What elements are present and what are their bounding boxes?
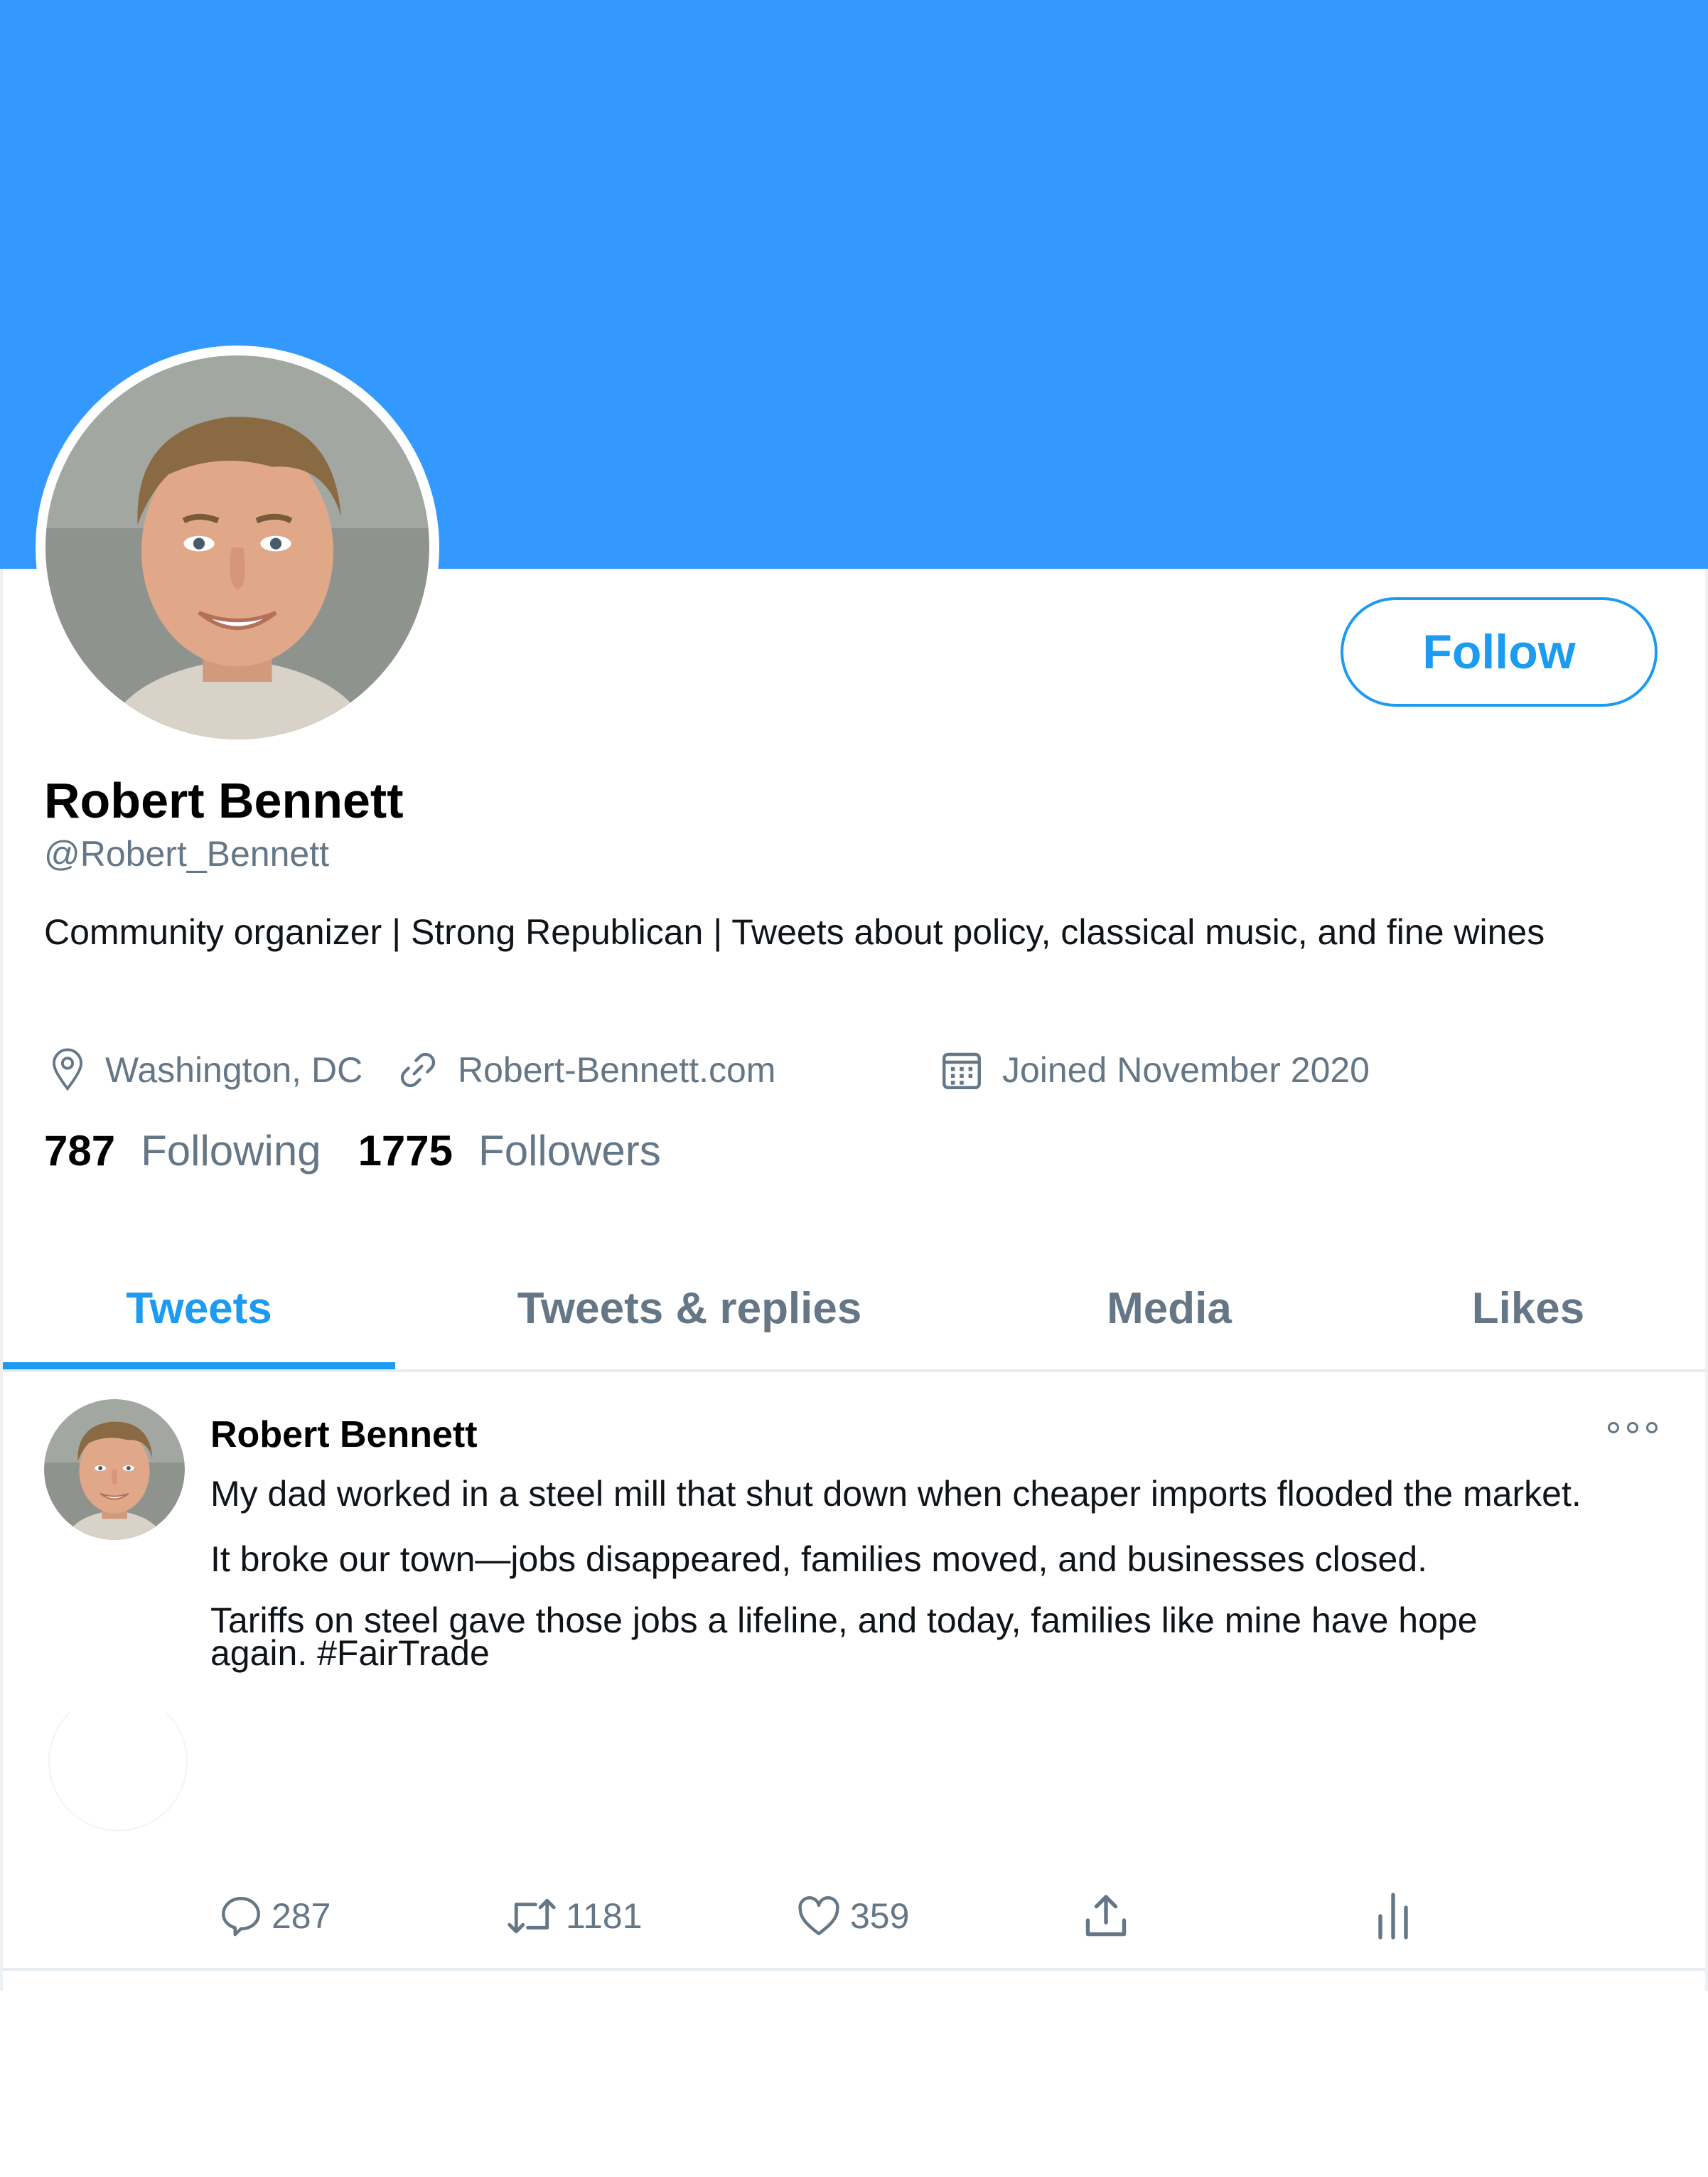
reply-count: 287: [272, 1896, 331, 1936]
more-dot: [1627, 1422, 1638, 1433]
tweet-text-line: Tariffs on steel gave those jobs a lifel…: [210, 1600, 1478, 1673]
tab-media[interactable]: Media: [1066, 1266, 1272, 1351]
like-button[interactable]: 359: [795, 1884, 909, 1948]
location-text: Washington, DC: [105, 1050, 363, 1090]
more-dot: [1608, 1422, 1619, 1433]
avatar-photo: [45, 355, 429, 739]
tweet-author-name[interactable]: Robert Bennett: [210, 1413, 478, 1456]
calendar-icon: [942, 1052, 981, 1089]
like-count: 359: [850, 1896, 910, 1936]
following-label[interactable]: Following: [141, 1126, 321, 1175]
share-icon: [1085, 1895, 1127, 1937]
share-button[interactable]: [1080, 1884, 1139, 1948]
tweet-text-line: My dad worked in a steel mill that shut …: [210, 1474, 1581, 1514]
retweet-count: 1181: [566, 1896, 643, 1936]
analytics-icon: [1378, 1893, 1408, 1940]
joined-text: Joined November 2020: [1002, 1050, 1370, 1090]
retweet-button[interactable]: 1181: [505, 1884, 643, 1948]
follow-button[interactable]: Follow: [1341, 597, 1658, 707]
tweet-text-line: It broke our town—jobs disappeared, fami…: [210, 1539, 1428, 1579]
followers-label[interactable]: Followers: [478, 1126, 661, 1175]
right-border: [1705, 569, 1708, 1991]
profile-handle: @Robert_Bennett: [44, 834, 330, 874]
tab-likes[interactable]: Likes: [1443, 1266, 1613, 1351]
location-pin-icon: [53, 1048, 82, 1091]
tab-tweets-and-replies[interactable]: Tweets & replies: [441, 1266, 938, 1351]
profile-avatar[interactable]: [36, 346, 439, 749]
follow-counts: 787 Following 1775 Followers: [44, 1126, 698, 1175]
profile-display-name: Robert Bennett: [44, 773, 404, 828]
placeholder-circle: [48, 1692, 188, 1831]
more-icon[interactable]: [1608, 1415, 1658, 1440]
retweet-icon: [507, 1898, 556, 1934]
reply-icon: [222, 1897, 260, 1937]
profile-location: Washington, DC: [47, 1045, 362, 1095]
tweet-avatar-photo: [44, 1399, 185, 1540]
tabs-divider: [3, 1369, 1705, 1372]
link-icon: [400, 1052, 436, 1088]
tab-tweets[interactable]: Tweets: [3, 1266, 395, 1351]
reply-button[interactable]: 287: [217, 1884, 331, 1948]
followers-count[interactable]: 1775: [358, 1126, 453, 1175]
profile-website[interactable]: Robert-Bennett.com: [395, 1045, 775, 1095]
following-count[interactable]: 787: [44, 1126, 115, 1175]
website-link[interactable]: Robert-Bennett.com: [458, 1049, 775, 1091]
tweet-divider: [3, 1968, 1705, 1971]
heart-icon: [798, 1896, 839, 1935]
active-tab-indicator: [3, 1362, 395, 1369]
more-dot: [1646, 1422, 1658, 1433]
tweet-avatar[interactable]: [44, 1399, 185, 1540]
profile-joined: Joined November 2020: [938, 1045, 1370, 1095]
analytics-button[interactable]: [1372, 1884, 1422, 1948]
profile-bio: Community organizer | Strong Republican …: [44, 912, 1545, 952]
